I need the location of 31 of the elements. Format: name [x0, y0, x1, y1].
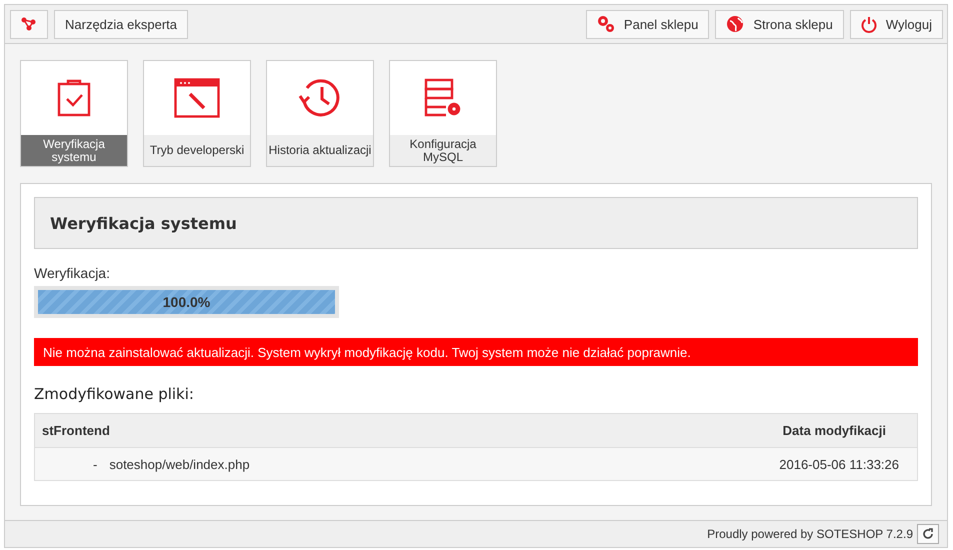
tool-tile[interactable]: Historia aktualizacji [266, 60, 374, 167]
tool-tile[interactable]: Weryfikacja systemu [20, 60, 128, 167]
clipboard-check-icon [57, 79, 91, 117]
tile-label: Konfiguracja MySQL [390, 135, 496, 166]
power-icon [860, 16, 877, 32]
network-icon [21, 17, 37, 31]
modified-date: 2016-05-06 11:33:26 [779, 456, 899, 472]
refresh-icon [922, 528, 934, 540]
tool-tile[interactable]: Tryb developerski [143, 60, 251, 167]
refresh-button[interactable] [917, 524, 939, 544]
tile-label: Tryb developerski [144, 135, 250, 166]
progress-label: Weryfikacja: [34, 265, 111, 281]
tile-label: Historia aktualizacji [267, 135, 373, 166]
expert-tools-button[interactable]: Narzędzia eksperta [54, 10, 188, 38]
panel-title: Weryfikacja systemu [50, 214, 237, 232]
tile-label: Weryfikacja systemu [21, 135, 127, 166]
logo-button[interactable] [10, 10, 48, 38]
progress-reading: 100.0% [162, 294, 210, 310]
database-gear-icon [424, 78, 462, 118]
column-header: Data modyfikacji [782, 423, 886, 438]
error-alert: Nie można zainstalować aktualizacji. System wykrył modyfikację kodu. Twoj system może nie działać poprawnie. [34, 338, 918, 366]
tool-tile[interactable]: Konfiguracja MySQL [389, 60, 497, 167]
toolbar-button[interactable]: Wyloguj [850, 10, 943, 38]
file-path: soteshop/web/index.php [109, 456, 251, 472]
files-heading: Zmodyfikowane pliki: [34, 385, 195, 403]
history-clock-icon [298, 78, 342, 118]
footer-text: Proudly powered by SOTESHOP 7.2.9 [707, 527, 913, 541]
toolbar-button[interactable]: Panel sklepu [586, 10, 710, 38]
toolbar-button[interactable]: Strona sklepu [715, 10, 844, 38]
row-marker: - [93, 456, 98, 472]
column-header: stFrontend [42, 423, 110, 438]
